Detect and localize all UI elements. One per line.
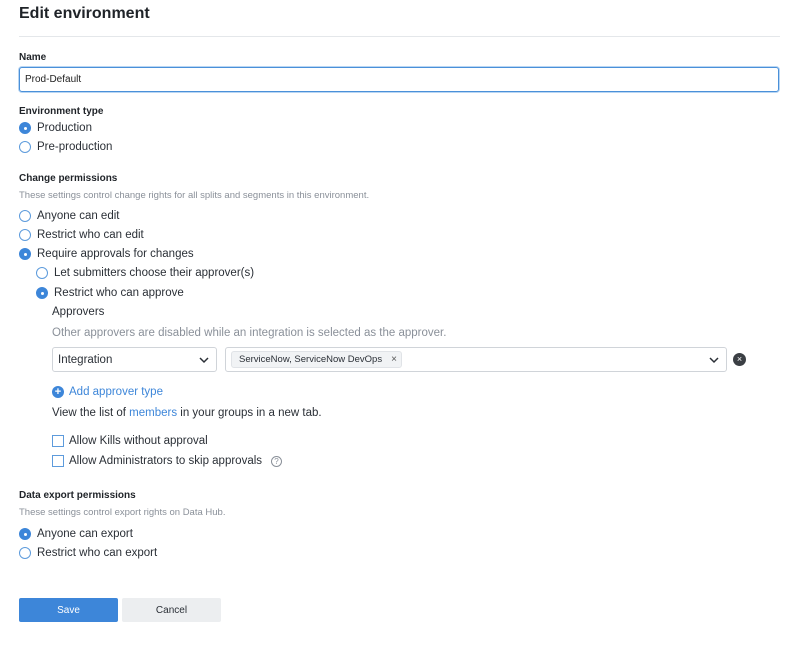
checkbox-allow-kills[interactable]: Allow Kills without approval (52, 435, 208, 447)
approver-type-value: Integration (58, 353, 113, 366)
clear-approvers-icon[interactable]: × (733, 353, 746, 366)
radio-button[interactable] (19, 141, 31, 153)
radio-require-approvals[interactable]: Require approvals for changes (19, 248, 194, 260)
members-info: View the list of members in your groups … (52, 407, 322, 419)
radio-pre-production[interactable]: Pre-production (19, 141, 112, 153)
radio-label: Let submitters choose their approver(s) (54, 267, 255, 279)
radio-label: Restrict who can approve (54, 287, 184, 299)
approvers-note: Other approvers are disabled while an in… (52, 327, 447, 339)
radio-label: Restrict who can edit (37, 229, 144, 241)
approver-chip-label: ServiceNow, ServiceNow DevOps (239, 354, 383, 365)
chevron-down-icon[interactable] (708, 354, 720, 366)
change-permissions-help: These settings control change rights for… (19, 190, 370, 201)
cancel-button[interactable]: Cancel (122, 598, 221, 622)
radio-restrict-who-can-edit[interactable]: Restrict who can edit (19, 229, 144, 241)
radio-anyone-can-export[interactable]: Anyone can export (19, 528, 133, 540)
approvers-select[interactable]: ServiceNow, ServiceNow DevOps × (225, 347, 727, 372)
radio-let-submitters-choose[interactable]: Let submitters choose their approver(s) (36, 267, 254, 279)
checkbox[interactable] (52, 435, 64, 447)
members-prefix: View the list of (52, 407, 126, 419)
add-approver-type-label: Add approver type (69, 386, 163, 398)
page-title: Edit environment (19, 5, 150, 22)
help-icon[interactable]: ? (271, 455, 283, 467)
plus-circle-icon: + (52, 386, 64, 398)
approver-type-select[interactable]: Integration (52, 347, 217, 372)
radio-label: Anyone can export (37, 528, 133, 540)
data-export-help: These settings control export rights on … (19, 507, 226, 518)
radio-production[interactable]: Production (19, 122, 92, 134)
radio-button[interactable] (19, 122, 31, 134)
radio-button[interactable] (36, 267, 48, 279)
radio-label: Restrict who can export (37, 547, 158, 559)
radio-label: Anyone can edit (37, 210, 120, 222)
checkbox-label: Allow Kills without approval (69, 435, 208, 447)
approvers-label: Approvers (52, 306, 105, 318)
chip-remove-icon[interactable]: × (391, 354, 397, 365)
save-button[interactable]: Save (19, 598, 118, 622)
approver-chip: ServiceNow, ServiceNow DevOps × (231, 351, 402, 368)
name-label: Name (19, 52, 47, 63)
change-permissions-label: Change permissions (19, 173, 118, 184)
checkbox-label: Allow Administrators to skip approvals (69, 455, 263, 467)
name-input[interactable] (19, 67, 779, 92)
radio-anyone-can-edit[interactable]: Anyone can edit (19, 210, 119, 222)
radio-label: Production (37, 122, 92, 134)
environment-type-label: Environment type (19, 106, 104, 117)
radio-button[interactable] (19, 248, 31, 260)
radio-restrict-who-can-export[interactable]: Restrict who can export (19, 547, 157, 559)
members-suffix: in your groups in a new tab. (180, 407, 322, 419)
chevron-down-icon[interactable] (198, 354, 210, 366)
header-divider (19, 36, 780, 37)
radio-button[interactable] (36, 287, 48, 299)
radio-label: Pre-production (37, 141, 113, 153)
radio-restrict-who-can-approve[interactable]: Restrict who can approve (36, 287, 184, 299)
members-link[interactable]: members (129, 407, 177, 419)
data-export-label: Data export permissions (19, 490, 136, 501)
radio-button[interactable] (19, 229, 31, 241)
radio-label: Require approvals for changes (37, 248, 194, 260)
checkbox[interactable] (52, 455, 64, 467)
radio-button[interactable] (19, 210, 31, 222)
radio-button[interactable] (19, 528, 31, 540)
radio-button[interactable] (19, 547, 31, 559)
add-approver-type-button[interactable]: + Add approver type (52, 386, 163, 398)
checkbox-allow-admins-skip[interactable]: Allow Administrators to skip approvals ? (52, 455, 283, 467)
